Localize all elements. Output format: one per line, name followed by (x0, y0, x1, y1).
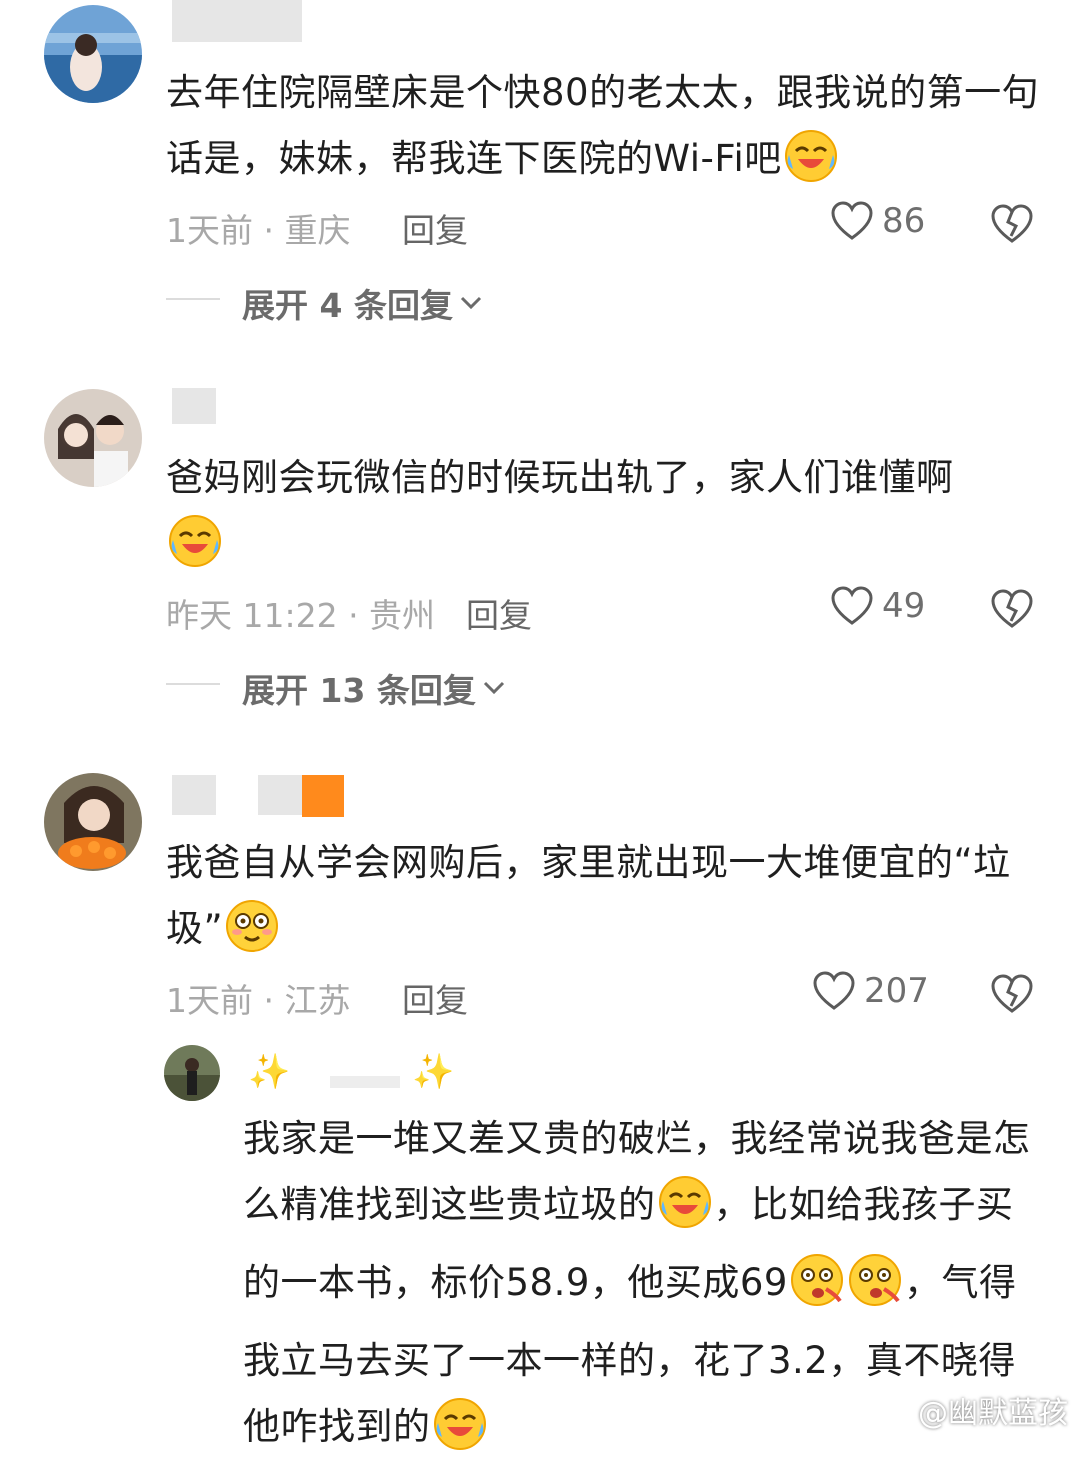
comment-meta: 昨天 11:22 · 贵州 (166, 596, 436, 635)
heart-icon (831, 201, 873, 240)
username-redacted[interactable] (172, 775, 216, 815)
expand-label: 展开 4 条回复 (242, 286, 453, 325)
sparkle-icon: ✨ (412, 1052, 455, 1092)
dislike-icon[interactable] (990, 588, 1034, 630)
laugh-cry-emoji (168, 514, 222, 589)
like-count: 207 (864, 971, 929, 1011)
watermark-text: @幽默蓝孩 (918, 1396, 1068, 1431)
laugh-cry-emoji (433, 1397, 487, 1472)
avatar[interactable] (44, 389, 142, 487)
reply-button[interactable]: 回复 (402, 204, 468, 252)
heart-icon (813, 971, 855, 1010)
reply-button[interactable]: 回复 (466, 589, 532, 637)
comment-meta: 1天前 · 重庆 (166, 211, 351, 250)
weibo-logo-icon (876, 1397, 911, 1425)
expand-label: 展开 13 条回复 (242, 671, 476, 710)
laugh-cry-emoji (658, 1175, 712, 1250)
comment-text: 我爸自从学会网购后，家里就出现一大堆便宜的“垃圾” (166, 830, 1046, 974)
comment-text: 去年住院隔壁床是个快80的老太太，跟我说的第一句话是，妹妹，帮我连下医院的Wi-… (166, 60, 1046, 204)
like-button[interactable]: 49 (830, 585, 925, 627)
username-redacted[interactable] (330, 1076, 400, 1088)
expand-replies-button[interactable]: 展开 4 条回复 (242, 279, 483, 327)
sparkle-icon: ✨ (248, 1052, 291, 1092)
chevron-down-icon (460, 296, 482, 310)
laugh-cry-emoji (784, 129, 838, 204)
like-button[interactable]: 86 (830, 200, 925, 242)
shocked-emoji (790, 1253, 844, 1328)
avatar[interactable] (44, 773, 142, 871)
expand-replies-button[interactable]: 展开 13 条回复 (242, 664, 506, 712)
like-count: 49 (882, 586, 926, 626)
badge-icon (302, 775, 344, 817)
reply-button[interactable]: 回复 (402, 974, 468, 1022)
username-redacted[interactable] (172, 0, 302, 42)
shocked-emoji (848, 1253, 902, 1328)
dazed-emoji (225, 899, 279, 974)
like-button[interactable]: 207 (812, 970, 929, 1012)
username-redacted[interactable] (172, 388, 216, 424)
divider (166, 298, 220, 300)
divider (166, 683, 220, 685)
comment-text: 爸妈刚会玩微信的时候玩出轨了，家人们谁懂啊 (166, 445, 1046, 589)
like-count: 86 (882, 201, 926, 241)
comment-meta: 1天前 · 江苏 (166, 981, 351, 1020)
username-redacted[interactable] (258, 775, 302, 815)
avatar[interactable] (44, 5, 142, 103)
dislike-icon[interactable] (990, 203, 1034, 245)
chevron-down-icon (483, 681, 504, 695)
dislike-icon[interactable] (990, 973, 1034, 1015)
reply-avatar[interactable] (164, 1045, 220, 1101)
heart-icon (831, 586, 873, 625)
watermark: @幽默蓝孩 (876, 1388, 1068, 1432)
